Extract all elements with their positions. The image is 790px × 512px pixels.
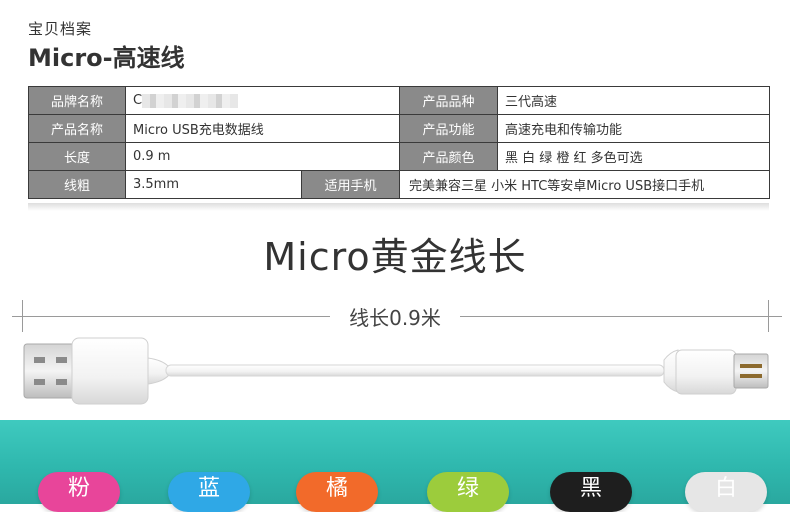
spec-value-function: 高速充电和传输功能 (497, 114, 771, 143)
spec-value-name: Micro USB充电数据线 (124, 114, 401, 143)
spec-row-thickness: 线粗 3.5mm 适用手机 完美兼容三星 小米 HTC等安卓Micro USB接… (28, 170, 771, 199)
color-chip-black[interactable]: 黑 (550, 472, 632, 512)
spec-row-length: 长度 0.9 m 产品颜色 黑 白 绿 橙 红 多色可选 (28, 142, 771, 171)
redacted-mosaic (142, 93, 239, 108)
spec-value-thickness: 3.5mm (125, 170, 302, 199)
spec-row-brand: 品牌名称 C 产品品种 三代高速 (28, 86, 771, 115)
spec-value-brand-text: C (133, 93, 143, 108)
spec-value-variety: 三代高速 (497, 86, 771, 115)
spec-label-function: 产品功能 (399, 114, 499, 143)
color-chip-green[interactable]: 绿 (427, 472, 509, 512)
spec-row-name: 产品名称 Micro USB充电数据线 产品功能 高速充电和传输功能 (28, 114, 771, 143)
dimension-label: 线长0.9米 (349, 306, 441, 330)
spec-label-phone: 适用手机 (300, 170, 401, 199)
spec-value-phone: 完美兼容三星 小米 HTC等安卓Micro USB接口手机 (399, 170, 771, 199)
usb-cable-image (23, 337, 769, 405)
spec-label-brand: 品牌名称 (28, 86, 126, 115)
dimension-line-left (12, 316, 330, 317)
section-kicker: 宝贝档案 (28, 20, 93, 38)
spec-table: 品牌名称 C 产品品种 三代高速 产品名称 Micro USB充电数据线 产品功… (28, 86, 771, 199)
dimension-line-right (460, 316, 782, 317)
spec-value-length: 0.9 m (124, 142, 401, 171)
spec-label-color: 产品颜色 (399, 142, 499, 171)
spec-label-thickness: 线粗 (28, 170, 126, 199)
page-title: Micro-高速线 (28, 44, 185, 72)
spec-label-length: 长度 (28, 142, 126, 171)
micro-usb-connector (663, 349, 769, 395)
spec-label-variety: 产品品种 (399, 86, 499, 115)
headline: Micro黄金线长 (263, 235, 527, 279)
cable-line (165, 364, 665, 377)
usb-a-connector (23, 337, 169, 405)
spec-value-color: 黑 白 绿 橙 红 多色可选 (497, 142, 771, 171)
color-chip-white[interactable]: 白 (685, 472, 767, 512)
spec-value-brand: C (124, 86, 401, 115)
color-chip-blue[interactable]: 蓝 (168, 472, 250, 512)
color-chip-pink[interactable]: 粉 (38, 472, 120, 512)
color-chip-orange[interactable]: 橘 (296, 472, 378, 512)
table-shadow (28, 203, 769, 211)
spec-label-name: 产品名称 (28, 114, 126, 143)
